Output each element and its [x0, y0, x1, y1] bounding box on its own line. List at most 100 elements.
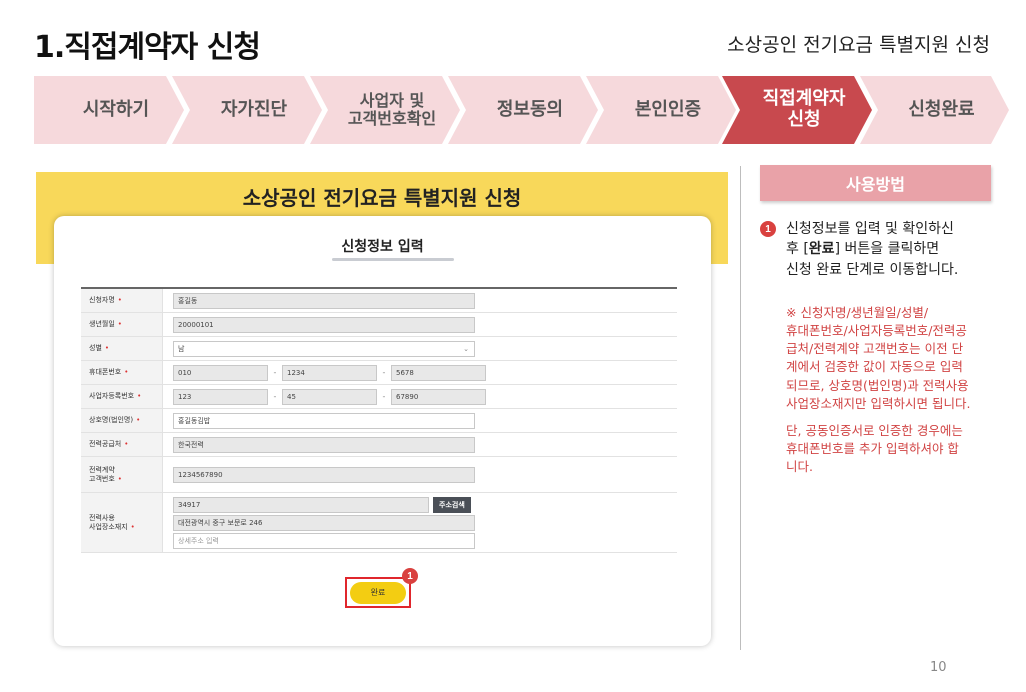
note-line: ※ 신청자명/생년월일/성별/	[786, 305, 929, 320]
note-line: 계에서 검증한 값이 자동으로 입력	[786, 359, 963, 375]
step-progress-bar: 시작하기 자가진단 사업자 및 고객번호확인 정보동의 본인인증 직접계약자 신청 …	[34, 76, 1009, 144]
gender-selected-value: 남	[178, 344, 185, 353]
business-reg-part1-input[interactable]: 123	[173, 388, 268, 405]
mobile-part3-input[interactable]: 5678	[391, 364, 486, 381]
step-label-line2: 고객번호확인	[347, 109, 437, 128]
gender-select[interactable]: 남 ⌄	[173, 340, 475, 357]
application-form-screenshot: 소상공인 전기요금 특별지원 신청 신청정보 입력 신청자명 • 홍길동 생년월일…	[36, 172, 728, 652]
note-line: 휴대폰번호/사업자등록번호/전력공	[786, 323, 967, 339]
usage-header: 사용방법	[760, 165, 991, 201]
mobile-part2-input[interactable]: 1234	[282, 364, 377, 381]
field-label-line2: 사업장소재지	[89, 522, 128, 531]
mobile-part1-input[interactable]: 010	[173, 364, 268, 381]
step-marker-badge: 1	[402, 568, 418, 584]
required-mark: •	[124, 440, 129, 449]
step-start: 시작하기	[34, 76, 184, 144]
required-mark: •	[136, 416, 141, 425]
field-label: 전력공급처	[89, 440, 122, 449]
note-line: 단, 공동인증서로 인증한 경우에는	[786, 423, 963, 438]
required-mark: •	[137, 392, 142, 401]
business-reg-part2-input[interactable]: 45	[282, 388, 377, 405]
customer-number-input[interactable]: 1234567890	[173, 466, 475, 483]
separator: -	[382, 368, 386, 377]
business-reg-part3-input[interactable]: 67890	[391, 388, 486, 405]
instruction-line: 신청정보를 입력 및 확인하신	[786, 221, 954, 237]
form-row-customer-number: 전력계약 고객번호 • 1234567890	[81, 457, 677, 493]
required-mark: •	[104, 344, 110, 353]
form-row-company-name: 상호명(법인명) • 홍길동김밥	[81, 409, 677, 433]
address-search-button[interactable]: 주소검색	[433, 496, 471, 513]
required-mark: •	[117, 474, 122, 483]
company-name-input[interactable]: 홍길동김밥	[173, 412, 475, 429]
address-input[interactable]: 대전광역시 중구 보문로 246	[173, 514, 475, 531]
step-label: 자가진단	[220, 98, 288, 120]
instruction-line: 신청 완료 단계로 이동합니다.	[786, 261, 959, 278]
note-line: 휴대폰번호를 추가 입력하셔야 합	[786, 441, 959, 457]
slide-subtitle: 소상공인 전기요금 특별지원 신청	[727, 34, 990, 56]
banner-title: 소상공인 전기요금 특별지원 신청	[242, 186, 522, 210]
step-label: 직접계약자	[762, 88, 846, 110]
field-label: 생년월일	[89, 320, 115, 329]
step-label: 본인인증	[634, 98, 702, 120]
field-label: 성별	[89, 344, 102, 353]
slide-title: 1.직접계약자 신청	[34, 30, 261, 65]
required-mark: •	[124, 368, 129, 377]
step-label: 사업자 및	[359, 90, 425, 110]
detail-address-input[interactable]: 상세주소 입력	[173, 532, 475, 549]
field-label: 사업자등록번호	[89, 392, 135, 401]
done-button[interactable]: 완료	[350, 581, 406, 604]
field-label: 신청자명	[89, 296, 115, 305]
page-number: 10	[930, 660, 947, 675]
birth-date-input[interactable]: 20000101	[173, 316, 475, 333]
form-row-address: 전력사용 사업장소재지 • 34917 주소검색 대전광역시 중구 보문로 246 …	[81, 493, 677, 553]
usage-note-certificate: 단, 공동인증서로 인증한 경우에는 휴대폰번호를 추가 입력하셔야 합 니다.	[786, 422, 1018, 476]
step-label: 시작하기	[82, 98, 150, 120]
required-mark: •	[117, 320, 122, 329]
step-label-line2: 신청	[787, 109, 821, 130]
form-row-applicant-name: 신청자명 • 홍길동	[81, 289, 677, 313]
done-button-highlight: 완료	[345, 577, 411, 608]
required-mark: •	[117, 296, 122, 305]
step-label: 신청완료	[908, 98, 975, 120]
field-label-line2: 고객번호	[89, 474, 115, 483]
usage-note: ※ 신청자명/생년월일/성별/ 휴대폰번호/사업자등록번호/전력공 급처/전력계…	[786, 304, 1018, 413]
instruction-text: 후 [	[786, 241, 809, 258]
form-card: 신청정보 입력 신청자명 • 홍길동 생년월일 • 20000101 성별 • 남 ⌄ …	[54, 216, 711, 646]
form-row-power-supplier: 전력공급처 • 한국전력	[81, 433, 677, 457]
field-label: 전력사용	[89, 514, 115, 523]
field-label: 전력계약	[89, 466, 115, 475]
vertical-divider	[740, 166, 741, 650]
step-complete: 신청완료	[860, 76, 1009, 144]
step-direct-contractor-application: 직접계약자 신청	[722, 76, 872, 144]
form-row-business-reg: 사업자등록번호 • 123 - 45 - 67890	[81, 385, 677, 409]
form-row-mobile: 휴대폰번호 • 010 - 1234 - 5678	[81, 361, 677, 385]
zipcode-input[interactable]: 34917	[173, 496, 429, 513]
power-supplier-input[interactable]: 한국전력	[173, 436, 475, 453]
instruction-bold: 완료	[808, 241, 835, 258]
step-info-consent: 정보동의	[448, 76, 598, 144]
instruction-text: ] 버튼을 클릭하면	[834, 241, 940, 258]
note-line: 되므로, 상호명(법인명)과 전력사용	[786, 377, 969, 393]
separator: -	[273, 368, 277, 377]
required-mark: •	[130, 522, 135, 531]
step-label: 정보동의	[496, 98, 564, 120]
field-label: 휴대폰번호	[89, 368, 122, 377]
separator: -	[382, 392, 386, 401]
step-business-check: 사업자 및 고객번호확인	[310, 76, 460, 144]
field-label: 상호명(법인명)	[89, 416, 134, 425]
separator: -	[273, 392, 277, 401]
chevron-down-icon: ⌄	[463, 344, 469, 353]
form-row-gender: 성별 • 남 ⌄	[81, 337, 677, 361]
application-form: 신청자명 • 홍길동 생년월일 • 20000101 성별 • 남 ⌄ 휴대폰번호 • 0…	[81, 287, 677, 553]
step-identity-verification: 본인인증	[586, 76, 736, 144]
form-title: 신청정보 입력	[341, 239, 424, 255]
note-line: 사업장소재지만 입력하시면 됩니다.	[786, 395, 971, 411]
form-row-birth-date: 생년월일 • 20000101	[81, 313, 677, 337]
usage-instructions: 신청정보를 입력 및 확인하신 후 [완료] 버튼을 클릭하면 신청 완료 단계…	[786, 219, 1006, 280]
applicant-name-input[interactable]: 홍길동	[173, 292, 475, 309]
note-line: 급처/전력계약 고객번호는 이전 단	[786, 341, 964, 357]
step-marker-badge: 1	[760, 221, 776, 237]
form-title-underline	[332, 258, 454, 261]
step-self-diagnosis: 자가진단	[172, 76, 322, 144]
note-line: 니다.	[786, 459, 813, 475]
